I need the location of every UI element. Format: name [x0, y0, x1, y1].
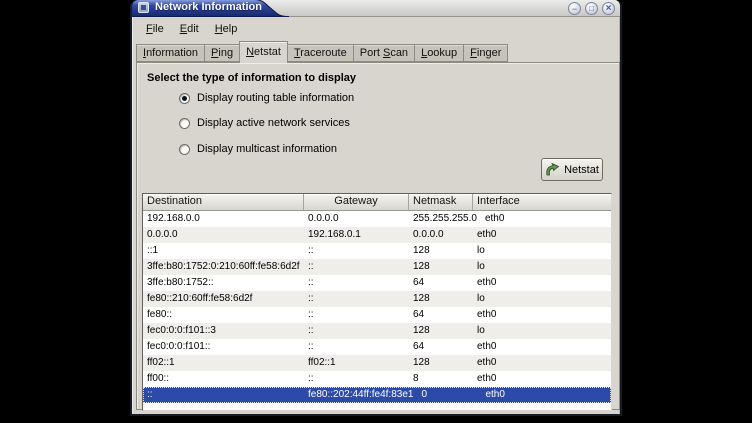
table-row[interactable]: fe80:: :: 64 eth0 [143, 307, 611, 323]
table-row[interactable]: ff00:: :: 8 eth0 [143, 371, 611, 387]
titlebar-tab[interactable]: Network Information [131, 0, 289, 17]
netstat-page: Select the type of information to displa… [136, 62, 620, 410]
window-controls: − □ × [568, 2, 615, 15]
tab-ping[interactable]: Ping [204, 44, 240, 62]
window-title: Network Information [155, 1, 262, 13]
table-row[interactable]: 3ffe:b80:1752:0:210:60ff:fe58:6d2f :: 12… [143, 259, 611, 275]
minimize-icon[interactable]: − [568, 2, 581, 15]
tab-netstat[interactable]: Netstat [239, 41, 288, 63]
column-header-gateway[interactable]: Gateway [304, 194, 409, 210]
table-row[interactable]: ::1 :: 128 lo [143, 243, 611, 259]
menu-file[interactable]: File [138, 20, 172, 38]
section-label: Select the type of information to displa… [147, 72, 356, 84]
netstat-button-label: Netstat [564, 164, 599, 176]
table-row[interactable]: 3ffe:b80:1752:: :: 64 eth0 [143, 275, 611, 291]
radio-routing-table[interactable]: Display routing table information [179, 90, 354, 106]
tab-lookup[interactable]: Lookup [414, 44, 464, 62]
table-row-selected[interactable]: :: fe80::202:44ff:fe4f:83e1 0 eth0 [143, 387, 611, 403]
table-row[interactable]: fec0:0:0:f101:: :: 64 eth0 [143, 339, 611, 355]
maximize-icon[interactable]: □ [585, 2, 598, 15]
netstat-button[interactable]: Netstat [541, 158, 603, 181]
column-header-netmask[interactable]: Netmask [409, 194, 473, 210]
radio-label: Display routing table information [197, 92, 354, 104]
table-row[interactable]: ff02::1 ff02::1 128 eth0 [143, 355, 611, 371]
column-header-interface[interactable]: Interface [473, 194, 611, 210]
radio-button-icon[interactable] [179, 144, 190, 155]
tab-information[interactable]: Information [136, 44, 205, 62]
netstat-run-icon [545, 163, 560, 176]
table-header: Destination Gateway Netmask Interface [143, 194, 611, 211]
table-row[interactable]: fec0:0:0:f101::3 :: 128 lo [143, 323, 611, 339]
network-information-window: Network Information − □ × File Edit Help… [130, 0, 622, 416]
radio-active-services[interactable]: Display active network services [179, 115, 350, 131]
tab-port-scan[interactable]: Port Scan [353, 44, 415, 62]
close-icon[interactable]: × [602, 2, 615, 15]
tab-traceroute[interactable]: Traceroute [287, 44, 354, 62]
radio-button-icon[interactable] [179, 118, 190, 129]
routing-table: Destination Gateway Netmask Interface 19… [142, 193, 612, 411]
table-row[interactable]: 0.0.0.0 192.168.0.1 0.0.0.0 eth0 [143, 227, 611, 243]
network-information-icon [138, 2, 149, 13]
tab-finger[interactable]: Finger [463, 44, 508, 62]
tab-strip: Information Ping Netstat Traceroute Port… [136, 41, 507, 62]
titlebar[interactable]: Network Information − □ × [132, 0, 620, 17]
menu-edit[interactable]: Edit [172, 20, 207, 38]
table-row[interactable]: fe80::210:60ff:fe58:6d2f :: 128 lo [143, 291, 611, 307]
radio-label: Display active network services [197, 117, 350, 129]
radio-button-icon[interactable] [179, 93, 190, 104]
radio-multicast[interactable]: Display multicast information [179, 141, 337, 157]
radio-label: Display multicast information [197, 143, 337, 155]
table-row[interactable]: 192.168.0.0 0.0.0.0 255.255.255.0 eth0 [143, 211, 611, 227]
menubar: File Edit Help [132, 17, 620, 40]
menu-help[interactable]: Help [207, 20, 246, 38]
column-header-destination[interactable]: Destination [143, 194, 304, 210]
